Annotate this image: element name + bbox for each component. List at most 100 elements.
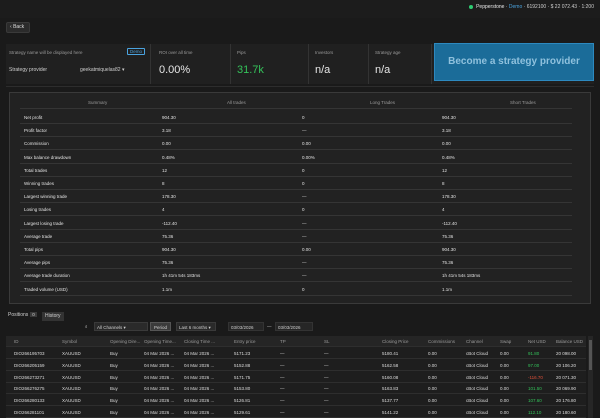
grid-cell: 04 Mar 2026 ... bbox=[144, 351, 175, 356]
period-range-dropdown[interactable]: Last 6 months ▾ bbox=[176, 322, 216, 331]
summary-metric-value: 904.30 bbox=[442, 115, 456, 120]
grid-cell: 97.00 bbox=[528, 362, 540, 368]
grid-column-header[interactable]: Opening Time... bbox=[144, 339, 176, 344]
grid-cell: 5162.58 bbox=[382, 362, 399, 368]
grid-cell: 04 Mar 2026 ... bbox=[144, 386, 175, 392]
grid-column-header[interactable]: Closing Price bbox=[382, 339, 409, 344]
grid-column-header[interactable]: Swap bbox=[500, 339, 511, 344]
history-scrollbar[interactable] bbox=[588, 336, 593, 418]
search-icon[interactable]: ⌕ bbox=[85, 322, 88, 331]
grid-cell: DIO266195703 bbox=[14, 351, 45, 356]
grid-cell: 04 Mar 2026 ... bbox=[184, 410, 215, 415]
tab-history[interactable]: History bbox=[42, 312, 64, 321]
grid-column-header[interactable]: TP bbox=[280, 339, 286, 344]
table-row[interactable]: DIO266273271 XAUUSD Buy 04 Mar 2026 ... 04 M… bbox=[6, 372, 586, 383]
become-provider-button[interactable]: Become a strategy provider bbox=[434, 43, 594, 81]
grid-cell: 0.00 bbox=[500, 374, 509, 380]
scrollbar-thumb[interactable] bbox=[589, 340, 592, 370]
summary-metric-value: 178.30 bbox=[162, 194, 176, 200]
demo-badge: Demo bbox=[127, 48, 146, 55]
grid-cell: 5137.77 bbox=[382, 398, 399, 404]
grid-column-header[interactable]: Net USD bbox=[528, 339, 546, 344]
grid-cell: Buy bbox=[110, 386, 118, 392]
summary-metric-label: Largest winning trade bbox=[24, 194, 68, 200]
summary-metric-value: 3.18 bbox=[442, 128, 451, 134]
account-number: 6192100 bbox=[526, 4, 547, 10]
grid-column-header[interactable]: Opening Dire... bbox=[110, 339, 140, 344]
tab-positions[interactable]: Positions 0 bbox=[8, 312, 37, 321]
grid-cell: 04 Mar 2026 ... bbox=[184, 398, 215, 404]
grid-column-header[interactable]: Balance USD bbox=[556, 339, 583, 344]
grid-cell: 91.80 bbox=[528, 351, 540, 356]
grid-cell: 5163.83 bbox=[382, 386, 399, 392]
date-from-input[interactable]: 03/03/2026 bbox=[228, 322, 264, 331]
summary-row: Losing trades 4 0 4 bbox=[20, 204, 572, 217]
grid-cell: — bbox=[280, 386, 285, 392]
summary-metric-value: 8 bbox=[442, 181, 445, 186]
summary-row: Commission 0.00 0.00 0.00 bbox=[20, 138, 572, 151]
grid-cell: 5180.41 bbox=[382, 351, 399, 356]
summary-metric-label: Average trade duration bbox=[24, 273, 70, 279]
summary-metric-value: 904.30 bbox=[162, 115, 176, 120]
grid-cell: 0.00 bbox=[428, 410, 437, 415]
grid-column-header[interactable]: SL bbox=[324, 339, 330, 344]
grid-cell: 04 Mar 2026 ... bbox=[184, 386, 215, 392]
grid-cell: DIO266281101 bbox=[14, 410, 45, 415]
summary-metric-value: 178.30 bbox=[442, 194, 456, 200]
period-toggle[interactable]: Period bbox=[150, 322, 172, 331]
grid-cell: 20 180.60 bbox=[556, 410, 577, 415]
divider bbox=[6, 86, 594, 87]
grid-cell: — bbox=[324, 398, 329, 404]
summary-metric-value: — bbox=[302, 273, 307, 279]
table-row[interactable]: DIO266205159 XAUUSD Buy 04 Mar 2026 ... 04 M… bbox=[6, 360, 586, 371]
grid-cell: 0.00 bbox=[500, 386, 509, 392]
grid-column-header[interactable]: Symbol bbox=[62, 339, 77, 344]
grid-cell: 5152.88 bbox=[234, 362, 251, 368]
table-row[interactable]: DIO266276275 XAUUSD Buy 04 Mar 2026 ... 04 M… bbox=[6, 383, 586, 395]
grid-column-header[interactable]: ID bbox=[14, 339, 19, 344]
grid-cell: -116.70 bbox=[528, 374, 543, 380]
strategy-name-notice: Strategy name will be displayed here bbox=[9, 50, 83, 55]
grid-column-header[interactable]: Commissions bbox=[428, 339, 455, 344]
summary-row: Largest winning trade 178.30 — 178.30 bbox=[20, 191, 572, 204]
pips-label: Pips bbox=[237, 50, 246, 55]
pips-value: 31.7k bbox=[237, 64, 264, 76]
summary-row: Total pips 904.30 0.00 904.30 bbox=[20, 244, 572, 256]
summary-metric-label: Profit factor bbox=[24, 128, 48, 134]
summary-row: Profit factor 3.18 — 3.18 bbox=[20, 125, 572, 138]
summary-metric-value: 0.00 bbox=[302, 141, 311, 147]
summary-metric-value: 75.36 bbox=[442, 233, 454, 239]
provider-dropdown[interactable]: geekatmiquelas82 ▾ bbox=[80, 67, 124, 73]
grid-cell: 0.00 bbox=[428, 351, 437, 356]
grid-cell: Buy bbox=[110, 351, 118, 356]
table-row[interactable]: DIO266280133 XAUUSD Buy 04 Mar 2026 ... 04 M… bbox=[6, 395, 586, 407]
pips-cell: Pips 31.7k bbox=[234, 44, 309, 84]
summary-metric-label: Losing trades bbox=[24, 207, 52, 213]
table-row[interactable]: DIO266195703 XAUUSD Buy 04 Mar 2026 ... 04 M… bbox=[6, 348, 586, 359]
grid-cell: 20 176.80 bbox=[556, 398, 577, 404]
summary-metric-label: Total pips bbox=[24, 247, 44, 252]
grid-cell: 20 069.90 bbox=[556, 386, 577, 392]
summary-row: Max balance drawdown 0.48% 0.00% 0.48% bbox=[20, 152, 572, 164]
account-selector[interactable]: Pepperstone · Demo · 6192100 · $ 22 072.… bbox=[468, 4, 594, 10]
grid-cell: cBot Cloud bbox=[466, 362, 489, 368]
table-row[interactable]: DIO266281101 XAUUSD Buy 04 Mar 2026 ... 04 M… bbox=[6, 407, 586, 418]
summary-metric-label: Average trade bbox=[24, 233, 53, 239]
grid-column-header[interactable]: Closing Time ... bbox=[184, 339, 215, 344]
date-to-input[interactable]: 03/03/2026 bbox=[275, 322, 313, 331]
summary-metric-value: 12 bbox=[442, 167, 448, 173]
back-button[interactable]: ‹ Back bbox=[6, 22, 31, 33]
grid-cell: cBot Cloud bbox=[466, 374, 489, 380]
summary-header-cell: Summary bbox=[88, 100, 108, 105]
summary-metric-label: Largest losing trade bbox=[24, 220, 64, 226]
grid-column-header[interactable]: Channel bbox=[466, 339, 483, 344]
summary-header-row: Summary All trades Long Trades Short Trades bbox=[20, 97, 572, 109]
grid-cell: XAUUSD bbox=[62, 398, 81, 404]
channels-dropdown[interactable]: All Channels ▾ bbox=[94, 322, 148, 331]
grid-cell: — bbox=[280, 362, 285, 368]
summary-metric-value: -112.40 bbox=[162, 220, 177, 226]
summary-metric-label: Total trades bbox=[24, 167, 48, 173]
grid-column-header[interactable]: Entry price bbox=[234, 339, 256, 344]
summary-metric-value: 8 bbox=[162, 181, 165, 186]
grid-cell: 0.00 bbox=[500, 362, 509, 368]
